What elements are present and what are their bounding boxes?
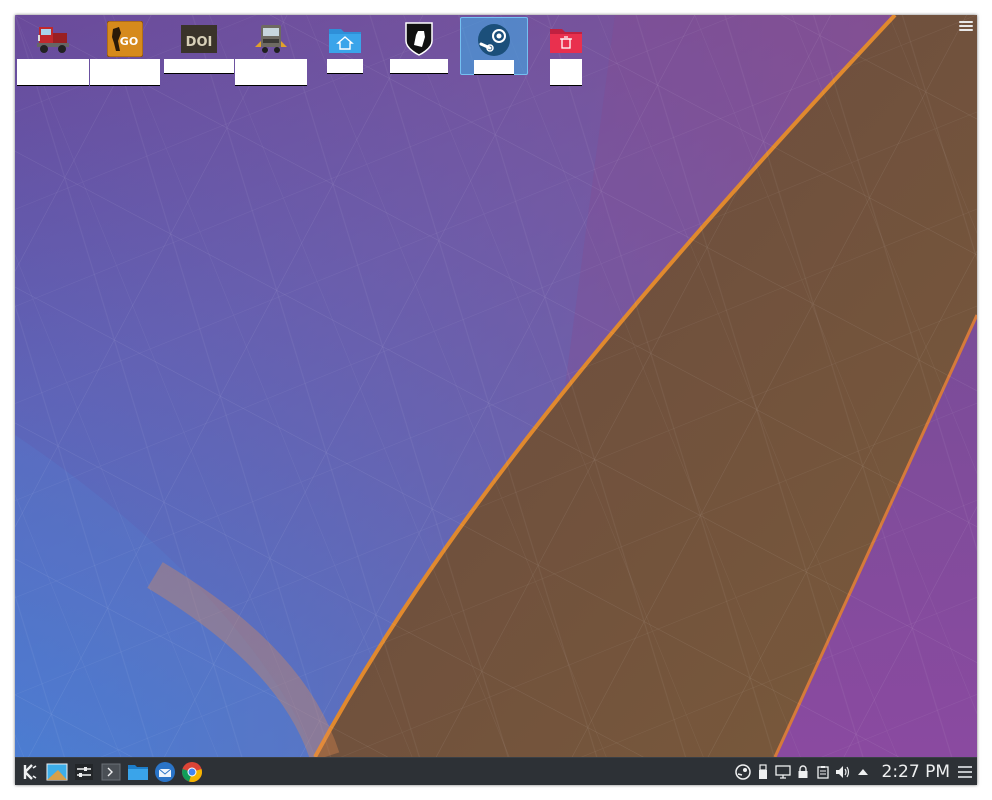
icon-label xyxy=(390,59,448,74)
desktop-icon-trash[interactable] xyxy=(532,17,600,86)
steam-tray-icon[interactable] xyxy=(735,763,752,781)
kde-menu-icon xyxy=(23,763,37,780)
system-settings-button[interactable] xyxy=(72,760,96,784)
desktop-icon-doi[interactable]: DOI xyxy=(164,17,234,74)
terminal-icon xyxy=(101,763,121,780)
file-manager-button[interactable] xyxy=(126,760,150,784)
icon-label xyxy=(327,59,363,74)
thunderbird-icon xyxy=(155,761,175,782)
desktop-icon-home[interactable] xyxy=(311,17,379,74)
usb-icon[interactable] xyxy=(755,763,772,781)
desktop-pager-icon xyxy=(46,763,68,780)
taskbar-panel: 2:27 PM xyxy=(15,757,977,785)
desktop-icon-fist[interactable] xyxy=(385,17,453,74)
csgo-badge: GO xyxy=(120,35,138,48)
truck-game-icon xyxy=(35,21,71,57)
display-icon[interactable] xyxy=(775,763,792,781)
desktop-icon-euro-truck[interactable] xyxy=(235,17,307,86)
doi-badge: DOI xyxy=(186,35,213,50)
file-manager-icon xyxy=(128,764,148,780)
system-tray: 2:27 PM xyxy=(732,758,978,785)
desktop-pager-button[interactable] xyxy=(45,760,69,784)
desktop-screen: GO DOI 2:27 PM xyxy=(15,15,977,785)
icon-label xyxy=(550,59,582,86)
desktop-toolbox-menu-icon[interactable] xyxy=(959,19,973,33)
doi-icon: DOI xyxy=(181,21,217,57)
icon-label xyxy=(90,59,160,86)
volume-icon[interactable] xyxy=(835,763,852,781)
lock-icon[interactable] xyxy=(795,763,812,781)
icon-label xyxy=(17,59,89,86)
system-settings-icon xyxy=(75,763,93,780)
thunderbird-button[interactable] xyxy=(153,760,177,784)
icon-label xyxy=(474,60,514,75)
csgo-icon: GO xyxy=(107,21,143,57)
desktop-icon-csgo[interactable]: GO xyxy=(90,17,160,86)
desktop-icon-truck-game[interactable] xyxy=(17,17,89,86)
fist-shield-icon xyxy=(401,21,437,57)
clipboard-icon[interactable] xyxy=(815,763,832,781)
wallpaper[interactable]: GO DOI xyxy=(15,15,977,757)
panel-options-menu-icon[interactable] xyxy=(958,765,972,778)
home-folder-icon xyxy=(327,21,363,57)
expand-tray-icon[interactable] xyxy=(855,763,872,781)
icon-label xyxy=(235,59,307,86)
application-launcher-button[interactable] xyxy=(18,760,42,784)
icon-label xyxy=(164,59,234,74)
chrome-icon xyxy=(182,761,202,782)
wallpaper-art xyxy=(15,15,977,757)
trash-icon xyxy=(548,21,584,57)
steam-icon xyxy=(476,22,512,58)
chrome-button[interactable] xyxy=(180,760,204,784)
euro-truck-icon xyxy=(253,21,289,57)
desktop-icon-steam[interactable] xyxy=(460,17,528,75)
terminal-button[interactable] xyxy=(99,760,123,784)
digital-clock[interactable]: 2:27 PM xyxy=(882,762,951,782)
